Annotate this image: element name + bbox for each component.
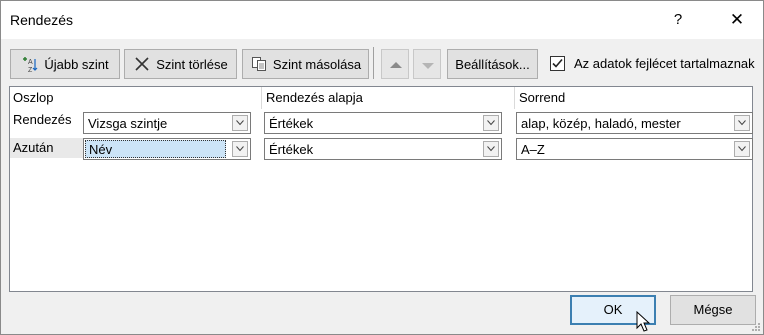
help-button[interactable]: ? (661, 6, 695, 34)
chevron-down-icon[interactable] (734, 115, 750, 131)
arrow-up-icon (390, 62, 402, 68)
move-up-button[interactable] (381, 49, 409, 79)
column-select[interactable]: Vizsga szintje (83, 112, 251, 134)
title-bar: Rendezés ? ✕ (1, 1, 763, 39)
column-select-value: Vizsga szintje (88, 116, 168, 131)
header-divider (514, 87, 515, 109)
chevron-down-icon[interactable] (232, 115, 248, 131)
sort-levels-grid: Oszlop Rendezés alapja Sorrend Rendezés … (9, 86, 753, 292)
sort-on-select-value: Értékek (269, 142, 314, 157)
header-sort-on: Rendezés alapja (266, 90, 363, 105)
header-column: Oszlop (13, 90, 54, 105)
options-button[interactable]: Beállítások... (447, 49, 538, 79)
mouse-cursor-icon (636, 311, 650, 332)
svg-text:Z: Z (28, 67, 33, 73)
resize-grip-icon[interactable] (751, 322, 761, 332)
order-select-value: A–Z (521, 142, 545, 157)
row-label-then-by: Azután (10, 138, 83, 158)
toolbar-separator (373, 47, 374, 79)
header-checkbox[interactable] (550, 56, 565, 71)
sort-on-select-value: Értékek (269, 116, 314, 131)
svg-text:A: A (28, 59, 33, 66)
cancel-button[interactable]: Mégse (670, 295, 756, 325)
add-level-icon: AZ (21, 55, 39, 73)
header-checkbox-label: Az adatok fejlécet tartalmaznak (574, 56, 755, 71)
chevron-down-icon[interactable] (734, 141, 750, 157)
column-select[interactable]: Név (83, 138, 251, 160)
arrow-down-icon (422, 63, 434, 69)
delete-level-label: Szint törlése (156, 56, 228, 72)
copy-icon (250, 55, 268, 73)
add-level-button[interactable]: AZ Újabb szint (10, 49, 120, 79)
order-select[interactable]: alap, közép, haladó, mester (516, 112, 753, 134)
row-label-sort-by: Rendezés (13, 112, 72, 127)
order-select-value: alap, közép, haladó, mester (521, 116, 681, 131)
chevron-down-icon[interactable] (232, 141, 248, 157)
copy-level-button[interactable]: Szint másolása (242, 49, 369, 79)
close-button[interactable]: ✕ (719, 6, 755, 34)
sort-on-select[interactable]: Értékek (264, 138, 502, 160)
options-label: Beállítások... (455, 56, 530, 72)
header-divider (261, 87, 262, 109)
delete-icon (133, 55, 151, 73)
dialog-title: Rendezés (10, 12, 74, 28)
copy-level-label: Szint másolása (272, 56, 362, 72)
column-select-value: Név (85, 140, 226, 158)
sort-dialog: Rendezés ? ✕ AZ Újabb szint Szint törlés… (0, 0, 764, 335)
sort-on-select[interactable]: Értékek (264, 112, 502, 134)
header-order: Sorrend (519, 90, 566, 105)
chevron-down-icon[interactable] (483, 115, 499, 131)
move-down-button[interactable] (413, 49, 441, 79)
chevron-down-icon[interactable] (483, 141, 499, 157)
add-level-label: Újabb szint (44, 56, 109, 72)
checkmark-icon (552, 58, 563, 68)
delete-level-button[interactable]: Szint törlése (124, 49, 237, 79)
order-select[interactable]: A–Z (516, 138, 753, 160)
